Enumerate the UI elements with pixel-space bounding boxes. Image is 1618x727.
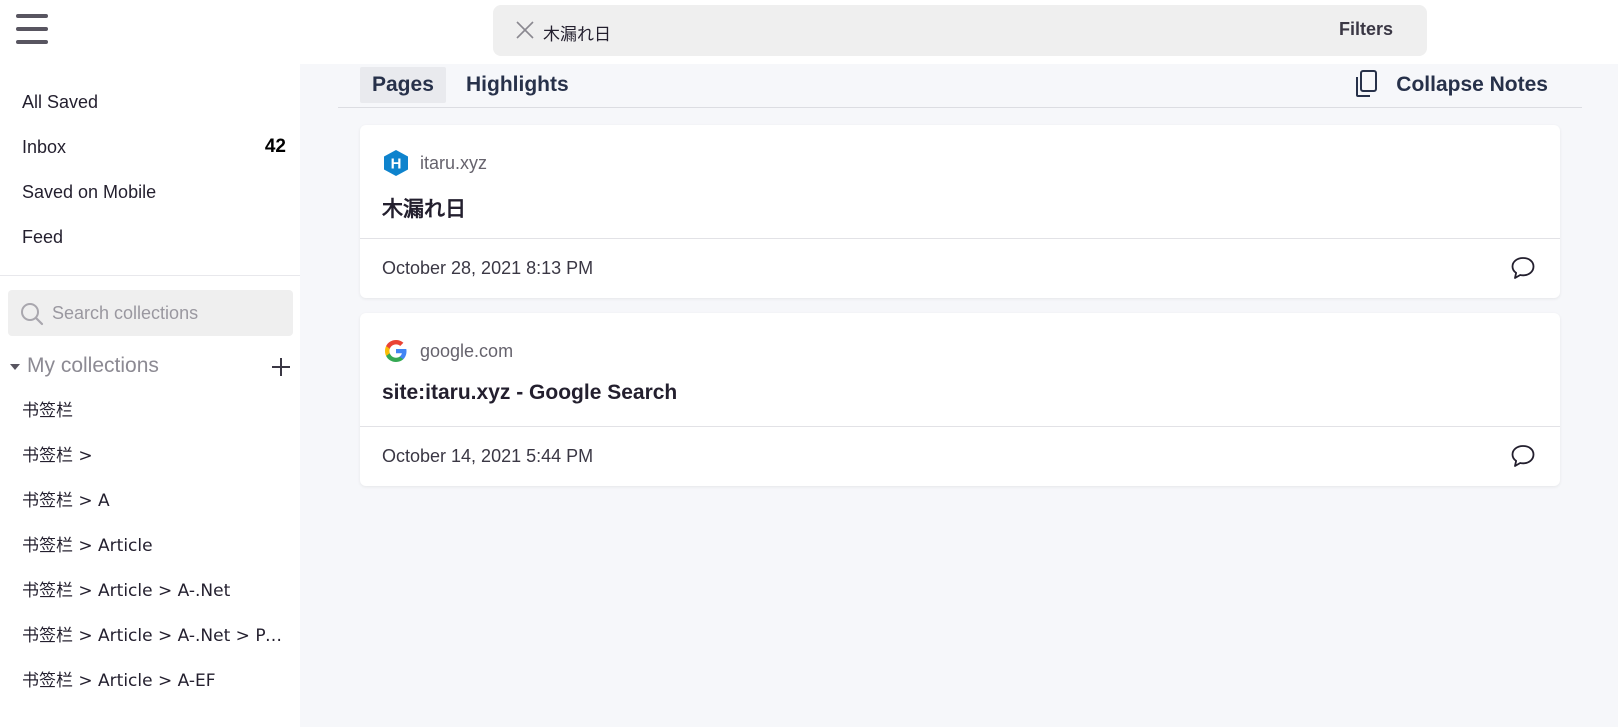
card-footer: October 28, 2021 8:13 PM xyxy=(360,239,1560,298)
inbox-count-badge: 42 xyxy=(264,136,286,157)
my-collections-label[interactable]: My collections xyxy=(27,354,159,378)
filters-button[interactable]: Filters xyxy=(1339,19,1393,40)
svg-text:H: H xyxy=(391,156,402,173)
collapse-notes-label: Collapse Notes xyxy=(1396,73,1548,96)
collection-item[interactable]: 书签栏 > Article > A-EF xyxy=(22,664,286,698)
card-title[interactable]: 木漏れ日 xyxy=(382,193,466,223)
card-domain: itaru.xyz xyxy=(420,153,488,173)
result-card[interactable]: H itaru.xyz 木漏れ日 October 28, 2021 8:13 P… xyxy=(360,125,1560,298)
collection-search-input[interactable] xyxy=(52,290,282,336)
hexo-h-icon: H xyxy=(384,150,408,176)
collection-item[interactable]: 书签栏 > Article > A-.Net > Po... xyxy=(22,619,286,653)
sidebar-item-feed[interactable]: Feed xyxy=(22,219,286,255)
sidebar: All Saved Inbox 42 Saved on Mobile Feed … xyxy=(0,64,300,727)
collection-item[interactable]: 书签栏 > A xyxy=(22,484,286,518)
hamburger-menu-icon[interactable] xyxy=(16,12,48,46)
main-content: Pages Highlights Collapse Notes H itaru.… xyxy=(300,64,1618,727)
sidebar-item-label: All Saved xyxy=(22,92,99,112)
comment-icon[interactable] xyxy=(1510,443,1536,469)
copy-icon xyxy=(1356,70,1378,97)
card-title[interactable]: site:itaru.xyz - Google Search xyxy=(382,381,677,405)
sidebar-item-all-saved[interactable]: All Saved xyxy=(22,84,286,120)
global-search-bar[interactable]: 木漏れ日 Filters xyxy=(493,5,1427,56)
collection-item[interactable]: 书签栏 > Article > A-.Net xyxy=(22,574,286,608)
card-domain: google.com xyxy=(420,341,514,361)
sidebar-item-inbox[interactable]: Inbox 42 xyxy=(22,129,286,165)
sidebar-item-label: Feed xyxy=(22,227,64,247)
google-g-icon xyxy=(385,340,407,362)
caret-down-icon[interactable] xyxy=(10,364,20,370)
collapse-notes-button[interactable]: Collapse Notes xyxy=(1356,70,1548,100)
collection-item[interactable]: 书签栏 xyxy=(22,394,286,428)
plus-icon[interactable] xyxy=(270,356,292,378)
card-header: google.com site:itaru.xyz - Google Searc… xyxy=(360,313,1560,427)
search-icon xyxy=(21,303,44,326)
my-collections-header: My collections xyxy=(8,352,292,382)
sidebar-divider xyxy=(0,275,300,276)
tab-pages[interactable]: Pages xyxy=(360,67,446,103)
sidebar-item-saved-on-mobile[interactable]: Saved on Mobile xyxy=(22,174,286,210)
close-icon[interactable] xyxy=(515,20,535,40)
collection-item[interactable]: 书签栏 > xyxy=(22,439,286,473)
card-date: October 28, 2021 8:13 PM xyxy=(382,258,594,278)
top-bar: 木漏れ日 Filters xyxy=(0,0,1618,64)
card-date: October 14, 2021 5:44 PM xyxy=(382,446,594,466)
sidebar-item-label: Inbox xyxy=(22,137,67,157)
card-footer: October 14, 2021 5:44 PM xyxy=(360,427,1560,486)
card-header: H itaru.xyz 木漏れ日 xyxy=(360,125,1560,239)
result-card[interactable]: google.com site:itaru.xyz - Google Searc… xyxy=(360,313,1560,486)
sidebar-item-label: Saved on Mobile xyxy=(22,182,157,202)
tab-highlights[interactable]: Highlights xyxy=(454,67,581,103)
comment-icon[interactable] xyxy=(1510,255,1536,281)
search-query-text[interactable]: 木漏れ日 xyxy=(543,20,611,45)
results-tabs: Pages Highlights Collapse Notes xyxy=(338,64,1582,108)
collection-search-box xyxy=(8,290,293,336)
collection-item[interactable]: 书签栏 > Article xyxy=(22,529,286,563)
